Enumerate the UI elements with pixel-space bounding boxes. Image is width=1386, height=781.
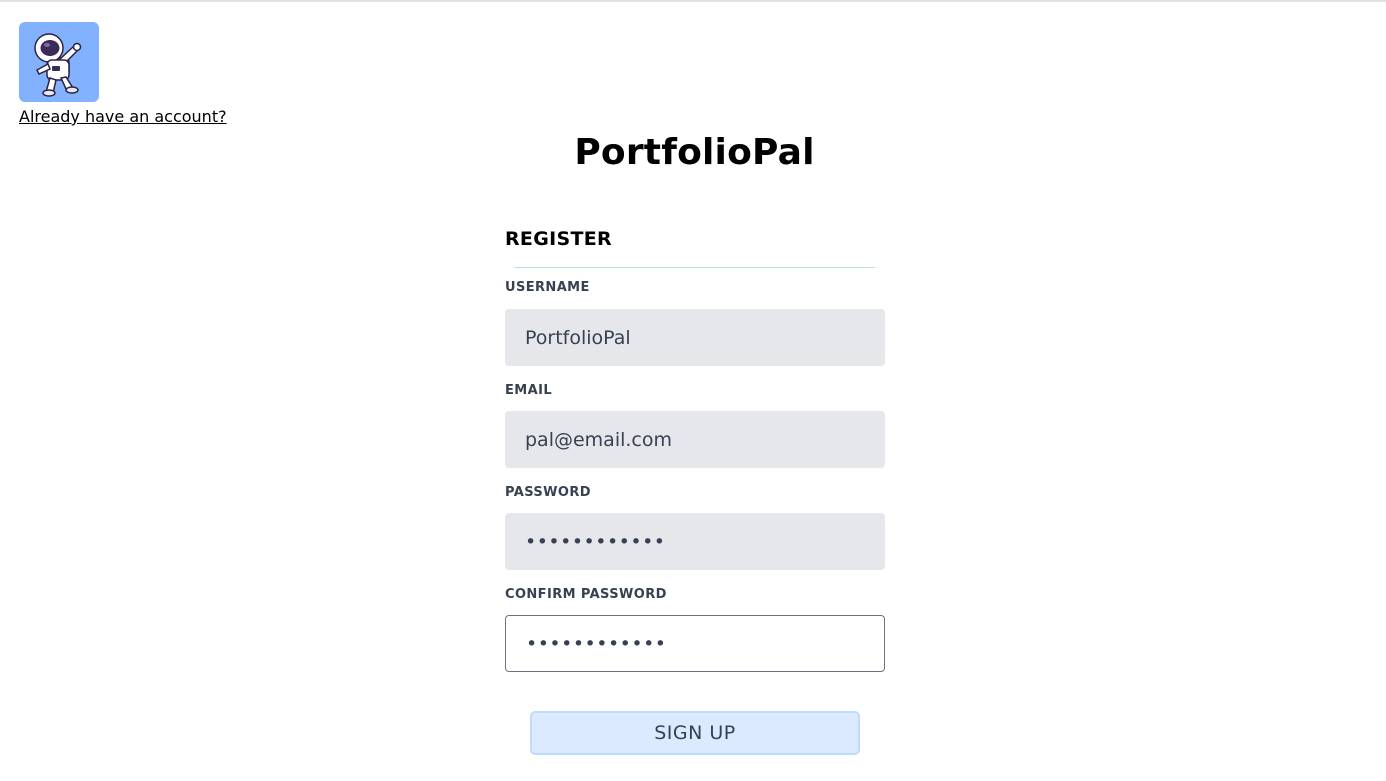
confirm-password-input[interactable] — [505, 615, 885, 672]
register-form: REGISTER USERNAME EMAIL PASSWORD CONFIRM… — [505, 228, 885, 672]
confirm-password-label: CONFIRM PASSWORD — [505, 587, 667, 602]
form-divider — [515, 267, 875, 268]
username-label: USERNAME — [505, 280, 590, 295]
logo[interactable] — [19, 22, 99, 102]
email-label: EMAIL — [505, 383, 552, 398]
top-border — [0, 0, 1386, 2]
sign-up-button[interactable]: SIGN UP — [530, 711, 860, 755]
astronaut-dabbing-icon — [34, 33, 82, 97]
app-title: PortfolioPal — [574, 132, 815, 173]
password-input[interactable] — [505, 513, 885, 570]
form-heading: REGISTER — [505, 228, 612, 250]
password-label: PASSWORD — [505, 485, 591, 500]
login-link[interactable]: Already have an account? — [19, 107, 227, 126]
email-input[interactable] — [505, 411, 885, 468]
username-input[interactable] — [505, 309, 885, 366]
